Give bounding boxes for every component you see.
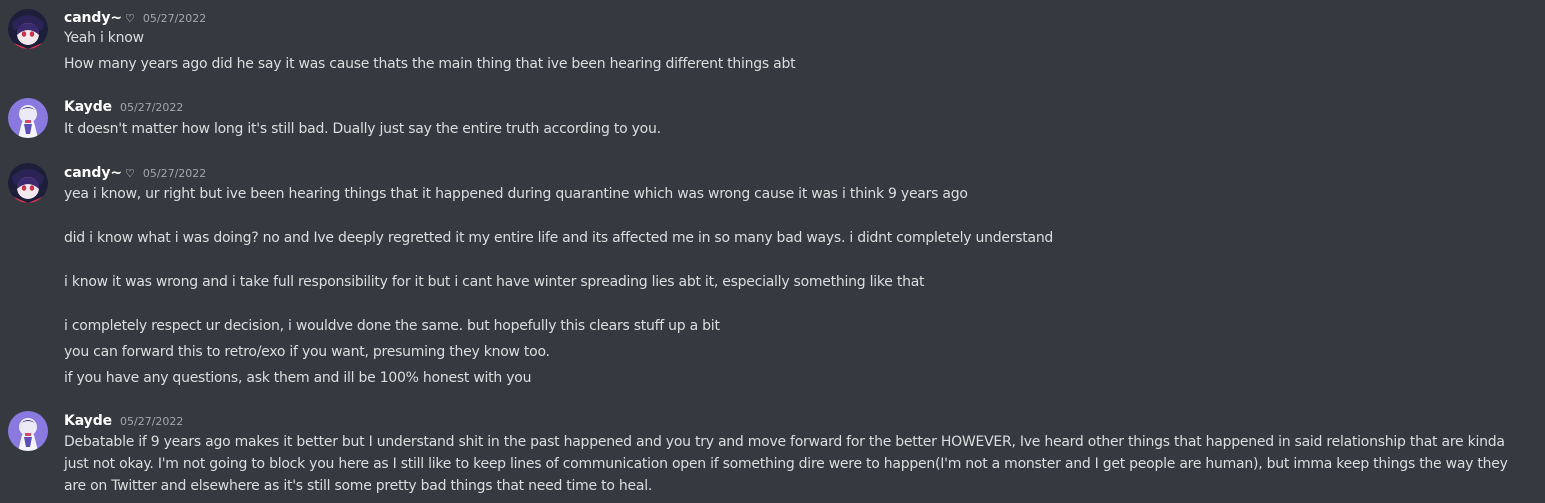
username[interactable]: candy~ (64, 10, 122, 26)
username[interactable]: candy~ (64, 165, 122, 181)
username[interactable]: Kayde (64, 413, 112, 429)
heart-icon: ♡ (125, 12, 135, 25)
timestamp: 05/27/2022 (142, 12, 207, 25)
message-header: Kayde 05/27/2022 (64, 410, 183, 430)
message-text: if you have any questions, ask them and … (64, 370, 532, 386)
chat-messages: candy~ ♡ 05/27/2022 Yeah i know How many y… (0, 0, 1545, 503)
message-header: Kayde 05/27/2022 (64, 96, 183, 116)
message-text: i completely respect ur decision, i woul… (64, 318, 720, 334)
message-text: yea i know, ur right but ive been hearin… (64, 186, 968, 202)
message-header: candy~ ♡ 05/27/2022 (64, 162, 206, 182)
message-text: Debatable if 9 years ago makes it better… (64, 434, 1508, 494)
message-text: Yeah i know (64, 30, 144, 46)
message-text: It doesn't matter how long it's still ba… (64, 121, 661, 137)
candy-avatar-icon[interactable] (8, 163, 48, 203)
candy-avatar-icon[interactable] (8, 9, 48, 49)
timestamp: 05/27/2022 (142, 167, 207, 180)
username[interactable]: Kayde (64, 99, 112, 115)
kayde-avatar-icon[interactable] (8, 411, 48, 451)
message-text: i know it was wrong and i take full resp… (64, 274, 925, 290)
timestamp: 05/27/2022 (120, 101, 184, 114)
heart-icon: ♡ (125, 167, 135, 180)
message-text: you can forward this to retro/exo if you… (64, 344, 550, 360)
message-header: candy~ ♡ 05/27/2022 (64, 7, 206, 27)
timestamp: 05/27/2022 (120, 415, 184, 428)
message-text: did i know what i was doing? no and Ive … (64, 230, 1054, 246)
kayde-avatar-icon[interactable] (8, 98, 48, 138)
message-text: How many years ago did he say it was cau… (64, 56, 796, 72)
